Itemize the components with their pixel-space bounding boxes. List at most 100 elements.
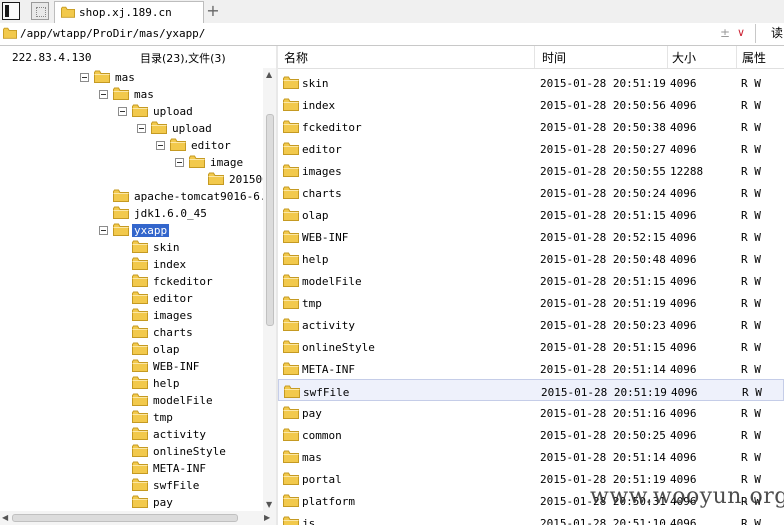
- file-row[interactable]: skin 2015-01-28 20:51:19 4096 R W: [278, 71, 784, 93]
- column-divider[interactable]: [534, 46, 535, 68]
- file-row[interactable]: swfFile 2015-01-28 20:51:19 4096 R W: [278, 379, 784, 401]
- tree-item[interactable]: images: [0, 307, 270, 324]
- file-row[interactable]: images 2015-01-28 20:50:55 12288 R W: [278, 159, 784, 181]
- tab-active[interactable]: shop.xj.189.cn: [54, 1, 204, 23]
- file-row[interactable]: mas 2015-01-28 20:51:14 4096 R W: [278, 445, 784, 467]
- tree-item[interactable]: tmp: [0, 409, 270, 426]
- folder-icon: [132, 478, 148, 491]
- folder-icon: [132, 495, 148, 508]
- chevron-down-icon[interactable]: ∨: [737, 26, 751, 39]
- file-time: 2015-01-28 20:50:55: [540, 165, 666, 178]
- file-time: 2015-01-28 20:50:24: [540, 187, 666, 200]
- file-row[interactable]: WEB-INF 2015-01-28 20:52:15 4096 R W: [278, 225, 784, 247]
- tree-item[interactable]: help: [0, 375, 270, 392]
- tree-item[interactable]: 201506: [0, 171, 270, 188]
- new-window-button[interactable]: [31, 2, 49, 20]
- tree-item[interactable]: modelFile: [0, 392, 270, 409]
- folder-icon: [283, 164, 299, 177]
- column-divider[interactable]: [736, 46, 737, 68]
- file-attr: R W: [741, 451, 761, 464]
- path-input[interactable]: /app/wtapp/ProDir/mas/yxapp/: [20, 27, 205, 40]
- file-row[interactable]: js 2015-01-28 20:51:10 4096 R W: [278, 511, 784, 525]
- collapse-toggle-icon[interactable]: [80, 73, 89, 82]
- scroll-right-arrow-icon[interactable]: ▶: [264, 513, 270, 522]
- file-size: 4096: [670, 187, 697, 200]
- collapse-toggle-icon[interactable]: [156, 141, 165, 150]
- column-header-size[interactable]: 大小: [672, 49, 696, 66]
- file-name: js: [302, 517, 316, 525]
- column-header-name[interactable]: 名称: [284, 49, 308, 66]
- file-row[interactable]: index 2015-01-28 20:50:56 4096 R W: [278, 93, 784, 115]
- tree-item[interactable]: jdk1.6.0_45: [0, 205, 270, 222]
- tree-item[interactable]: activity: [0, 426, 270, 443]
- file-row[interactable]: olap 2015-01-28 20:51:15 4096 R W: [278, 203, 784, 225]
- file-row[interactable]: charts 2015-01-28 20:50:24 4096 R W: [278, 181, 784, 203]
- folder-icon: [132, 342, 148, 355]
- tree-item[interactable]: image: [0, 154, 270, 171]
- collapse-toggle-icon[interactable]: [118, 107, 127, 116]
- folder-icon: [132, 444, 148, 457]
- tree-item-label: index: [153, 258, 187, 271]
- tree-item[interactable]: mas: [0, 86, 270, 103]
- tree-item[interactable]: charts: [0, 324, 270, 341]
- file-size: 4096: [670, 517, 697, 525]
- file-row[interactable]: activity 2015-01-28 20:50:23 4096 R W: [278, 313, 784, 335]
- tree-item[interactable]: upload: [0, 103, 270, 120]
- column-header-attr[interactable]: 属性: [742, 49, 766, 66]
- file-size: 12288: [670, 165, 704, 178]
- collapse-toggle-icon[interactable]: [99, 90, 108, 99]
- tree-item[interactable]: upload: [0, 120, 270, 137]
- tree-item[interactable]: onlineStyle: [0, 443, 270, 460]
- tree-item[interactable]: META-INF: [0, 460, 270, 477]
- file-row[interactable]: pay 2015-01-28 20:51:16 4096 R W: [278, 401, 784, 423]
- file-name: WEB-INF: [302, 231, 349, 244]
- tree-item-label: onlineStyle: [153, 445, 226, 458]
- tree-item[interactable]: index: [0, 256, 270, 273]
- file-row[interactable]: fckeditor 2015-01-28 20:50:38 4096 R W: [278, 115, 784, 137]
- tree-item[interactable]: pay: [0, 494, 270, 511]
- collapse-toggle-icon[interactable]: [137, 124, 146, 133]
- column-divider[interactable]: [667, 46, 668, 68]
- new-tab-plus-icon[interactable]: +: [205, 2, 221, 20]
- file-name: skin: [302, 77, 329, 90]
- file-row[interactable]: common 2015-01-28 20:50:25 4096 R W: [278, 423, 784, 445]
- tree-item[interactable]: WEB-INF: [0, 358, 270, 375]
- tree-horizontal-scrollbar[interactable]: ◀ ▶: [0, 511, 276, 525]
- folder-icon: [113, 223, 129, 236]
- folder-icon: [132, 274, 148, 287]
- tree-vertical-scroll-thumb[interactable]: [266, 114, 274, 326]
- tree-item[interactable]: skin: [0, 239, 270, 256]
- tree-item[interactable]: swfFile: [0, 477, 270, 494]
- column-header-time[interactable]: 时间: [542, 49, 566, 66]
- file-row[interactable]: META-INF 2015-01-28 20:51:14 4096 R W: [278, 357, 784, 379]
- expand-icon[interactable]: ±: [720, 26, 734, 40]
- toggle-panel-button[interactable]: [2, 2, 20, 20]
- file-row[interactable]: onlineStyle 2015-01-28 20:51:15 4096 R W: [278, 335, 784, 357]
- tree-item[interactable]: editor: [0, 137, 270, 154]
- scroll-down-arrow-icon[interactable]: ▼: [266, 500, 272, 509]
- collapse-toggle-icon[interactable]: [99, 226, 108, 235]
- tree-item[interactable]: apache-tomcat9016-6.0.: [0, 188, 276, 205]
- collapse-toggle-icon[interactable]: [175, 158, 184, 167]
- tree-item-label: editor: [153, 292, 193, 305]
- file-time: 2015-01-28 20:51:19: [540, 77, 666, 90]
- file-row[interactable]: editor 2015-01-28 20:50:27 4096 R W: [278, 137, 784, 159]
- tree-item-label: META-INF: [153, 462, 206, 475]
- tree-item[interactable]: olap: [0, 341, 270, 358]
- tree-horizontal-scroll-thumb[interactable]: [12, 514, 238, 522]
- file-row[interactable]: modelFile 2015-01-28 20:51:15 4096 R W: [278, 269, 784, 291]
- read-button[interactable]: 读: [755, 24, 784, 43]
- tree-item[interactable]: fckeditor: [0, 273, 270, 290]
- scroll-left-arrow-icon[interactable]: ◀: [2, 513, 8, 522]
- tree-vertical-scrollbar[interactable]: ▲ ▼: [263, 68, 276, 511]
- scroll-up-arrow-icon[interactable]: ▲: [266, 70, 272, 79]
- tree-item[interactable]: editor: [0, 290, 270, 307]
- file-name: modelFile: [302, 275, 362, 288]
- file-time: 2015-01-28 20:51:15: [540, 275, 666, 288]
- file-row[interactable]: help 2015-01-28 20:50:48 4096 R W: [278, 247, 784, 269]
- file-name: activity: [302, 319, 355, 332]
- file-row[interactable]: tmp 2015-01-28 20:51:19 4096 R W: [278, 291, 784, 313]
- tree-item[interactable]: yxapp: [0, 222, 270, 239]
- file-time: 2015-01-28 20:51:14: [540, 451, 666, 464]
- tree-item[interactable]: mas: [0, 69, 270, 86]
